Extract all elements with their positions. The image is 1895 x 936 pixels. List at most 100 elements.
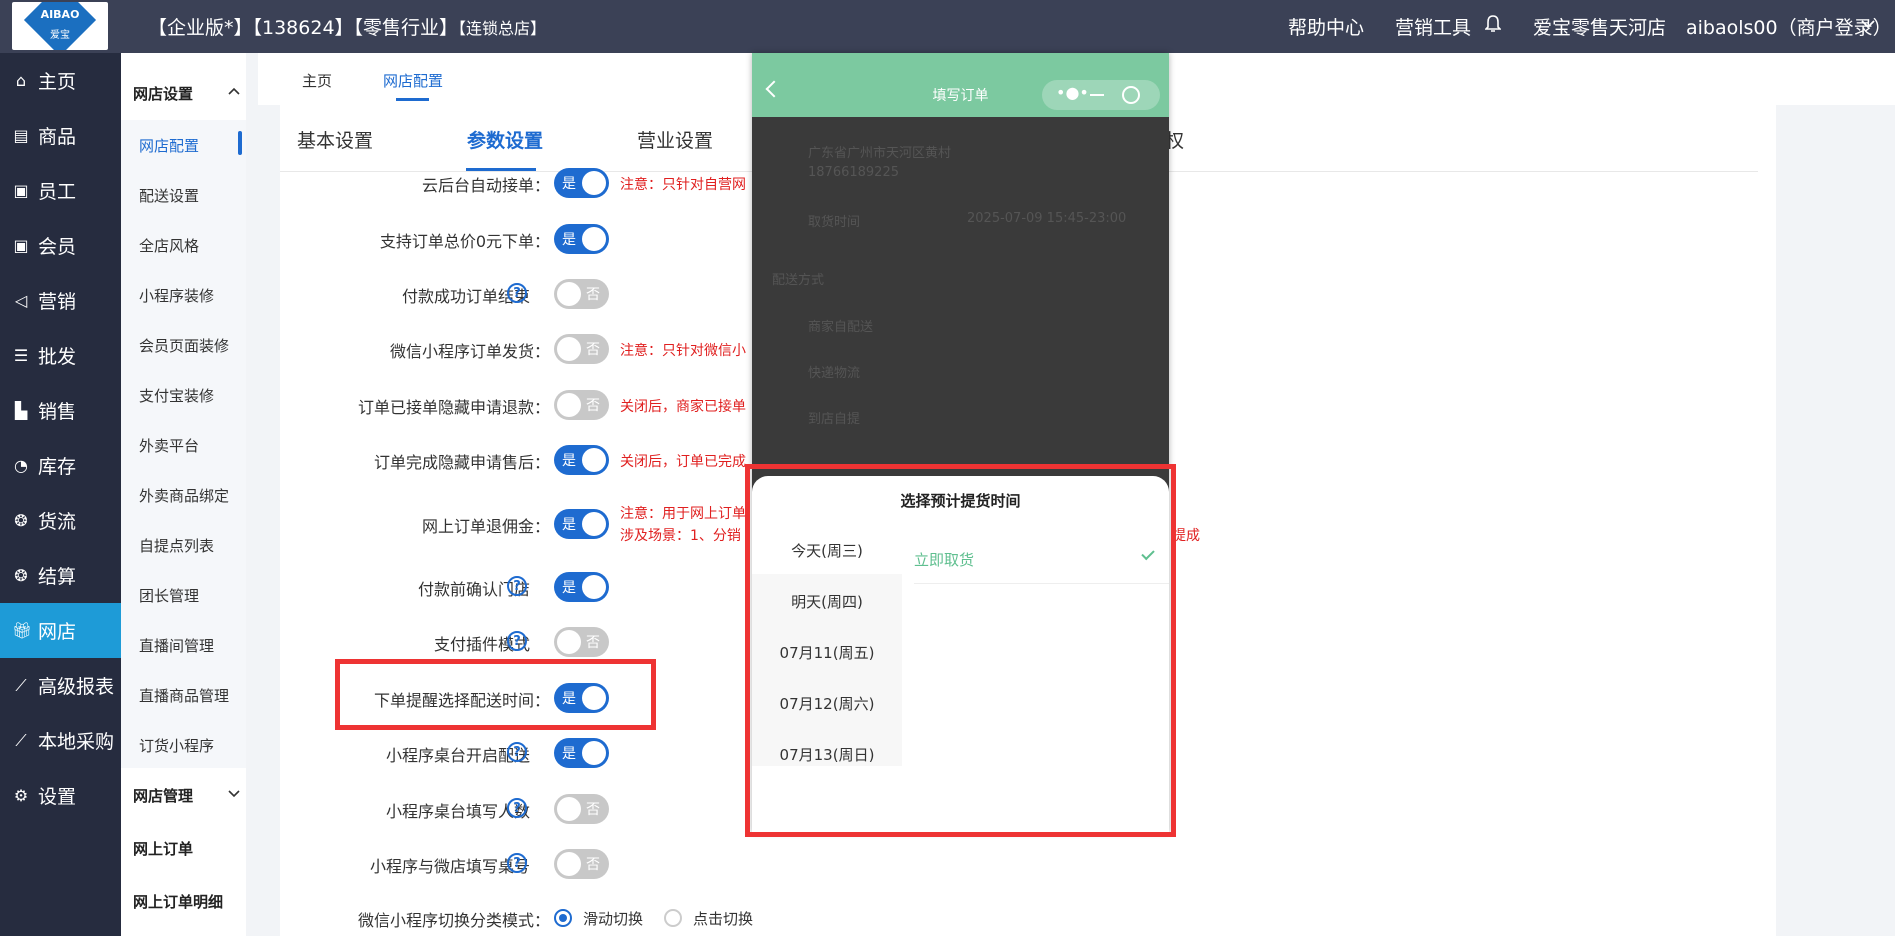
flow-icon: ❂ [14, 511, 28, 530]
toggle-switch[interactable]: 是 [554, 168, 609, 198]
setting-row: 小程序与微店填写桌号 ? 否 [280, 847, 940, 881]
bell-icon[interactable] [1485, 14, 1501, 34]
nav-item-advanced-report[interactable]: ⟋ 高级报表 [0, 658, 121, 713]
chevron-down-icon[interactable] [228, 790, 240, 798]
radio-slide-switch[interactable] [554, 909, 572, 927]
help-icon[interactable]: ? [507, 631, 527, 651]
nav-item-sales[interactable]: ▙ 销售 [0, 383, 121, 438]
subtab-params[interactable]: 参数设置 [467, 126, 543, 153]
subnav-item-store-config[interactable]: 网店配置 [139, 135, 199, 156]
nav-item-settings[interactable]: ⚙ 设置 [0, 768, 121, 823]
pickup-time-value[interactable]: 2025-07-09 15:45-23:00 [967, 211, 1126, 226]
subnav-item-style[interactable]: 全店风格 [139, 235, 199, 256]
toggle-knob [557, 797, 581, 821]
aibao-logo[interactable]: AIBAO 爱宝 [12, 2, 108, 50]
subnav-item-live-room[interactable]: 直播间管理 [139, 635, 214, 656]
help-icon[interactable]: ? [507, 576, 527, 596]
delivery-option[interactable]: 快递物流 [808, 362, 860, 381]
subnav-item-pickup-points[interactable]: 自提点列表 [139, 535, 214, 556]
toggle-switch[interactable]: 否 [554, 279, 609, 309]
nav-label: 网店 [38, 621, 77, 643]
minimize-icon[interactable] [1090, 94, 1104, 96]
toggle-text: 是 [562, 580, 576, 596]
nav-item-inventory[interactable]: ◔ 库存 [0, 438, 121, 493]
help-icon[interactable]: ? [507, 742, 527, 762]
help-center-link[interactable]: 帮助中心 [1288, 13, 1364, 40]
toggle-switch[interactable]: 否 [554, 627, 609, 657]
nav-item-staff[interactable]: ▣ 员工 [0, 163, 121, 218]
phone-number-text: 18766189225 [808, 165, 899, 180]
nav-item-goods-flow[interactable]: ❂ 货流 [0, 493, 121, 548]
nav-item-home[interactable]: ⌂ 主页 [0, 53, 121, 108]
setting-note: 关闭后，订单已完成 [620, 454, 746, 470]
tab-store-config[interactable]: 网店配置 [383, 70, 443, 91]
goods-icon: ▤ [13, 126, 29, 145]
nav-item-marketing[interactable]: ◁ 营销 [0, 273, 121, 328]
toggle-switch[interactable]: 否 [554, 334, 609, 364]
nav-label: 货流 [38, 511, 77, 533]
subnav-item-online-orders[interactable]: 网上订单 [133, 838, 258, 859]
toggle-switch[interactable]: 是 [554, 445, 609, 475]
toggle-text: 是 [562, 176, 576, 192]
subnav-item-alipay[interactable]: 支付宝装修 [139, 385, 214, 406]
subnav-item-group-leader[interactable]: 团长管理 [139, 585, 199, 606]
toggle-switch[interactable]: 是 [554, 738, 609, 768]
toggle-switch[interactable]: 是 [554, 572, 609, 602]
gear-icon: ⚙ [13, 786, 29, 805]
subtab-basic[interactable]: 基本设置 [297, 126, 373, 153]
member-icon: ▣ [13, 236, 29, 255]
toggle-switch[interactable]: 是 [554, 224, 609, 254]
nav-item-settlement[interactable]: ❂ 结算 [0, 548, 121, 603]
toggle-text: 否 [586, 635, 600, 651]
delivery-option[interactable]: 商家自配送 [808, 316, 873, 335]
nav-item-local-purchase[interactable]: ⟋ 本地采购 [0, 713, 121, 768]
nav-label: 库存 [38, 456, 77, 478]
subnav-item-miniapp-decor[interactable]: 小程序装修 [139, 285, 214, 306]
subnav-item-order-miniapp[interactable]: 订货小程序 [139, 735, 214, 756]
nav-label: 会员 [38, 236, 77, 258]
tab-home[interactable]: 主页 [302, 70, 332, 91]
nav-item-online-store[interactable]: 🎁︎ 网店 [0, 603, 121, 658]
radio-click-switch[interactable] [664, 909, 682, 927]
marketing-tools-link[interactable]: 营销工具 [1395, 13, 1471, 40]
toggle-switch[interactable]: 否 [554, 849, 609, 879]
setting-label: 云后台自动接单： [421, 176, 550, 195]
toggle-text: 否 [586, 398, 600, 414]
toggle-switch[interactable]: 否 [554, 390, 609, 420]
setting-note: 关闭后，商家已接单 [620, 399, 746, 415]
nav-item-wholesale[interactable]: ☰ 批发 [0, 328, 121, 383]
subnav-item-delivery[interactable]: 配送设置 [139, 185, 199, 206]
chevron-up-icon[interactable] [228, 87, 240, 95]
subtab-business[interactable]: 营业设置 [637, 126, 713, 153]
store-name-link[interactable]: 爱宝零售天河店 [1533, 13, 1666, 40]
toggle-text: 是 [562, 232, 576, 248]
chevron-down-icon[interactable] [1861, 19, 1875, 29]
nav-item-goods[interactable]: ▤ 商品 [0, 108, 121, 163]
toggle-knob [582, 171, 606, 195]
help-icon[interactable]: ? [507, 853, 527, 873]
setting-label: 微信小程序订单发货： [389, 342, 550, 361]
toggle-switch[interactable]: 否 [554, 794, 609, 824]
subnav-item-takeout-bind[interactable]: 外卖商品绑定 [139, 485, 229, 506]
subnav-item-live-goods[interactable]: 直播商品管理 [139, 685, 229, 706]
nav-item-member[interactable]: ▣ 会员 [0, 218, 121, 273]
subnav-item-member-page[interactable]: 会员页面装修 [139, 335, 229, 356]
toggle-knob [557, 852, 581, 876]
close-target-icon[interactable] [1122, 86, 1140, 104]
toggle-text: 否 [586, 802, 600, 818]
help-icon[interactable]: ? [507, 283, 527, 303]
toggle-switch[interactable]: 是 [554, 509, 609, 539]
setting-note-line2: 涉及场景：1、分销 [620, 528, 741, 544]
nav-label: 营销 [38, 291, 77, 313]
toggle-knob [557, 630, 581, 654]
nav-label: 高级报表 [38, 676, 115, 698]
top-bar: AIBAO 爱宝 【企业版*】【138624】【零售行业】【连锁总店】 帮助中心… [0, 0, 1895, 53]
delivery-option[interactable]: 到店自提 [808, 408, 860, 427]
edition-text: 【企业版*】【138624】【零售行业】 [148, 17, 459, 39]
radio-label-click: 点击切换 [693, 910, 754, 928]
subnav-item-online-order-details[interactable]: 网上订单明细 [133, 891, 258, 912]
toggle-text: 否 [586, 342, 600, 358]
more-icon[interactable]: •●• [1056, 83, 1089, 102]
subnav-item-takeout[interactable]: 外卖平台 [139, 435, 199, 456]
help-icon[interactable]: ? [507, 798, 527, 818]
